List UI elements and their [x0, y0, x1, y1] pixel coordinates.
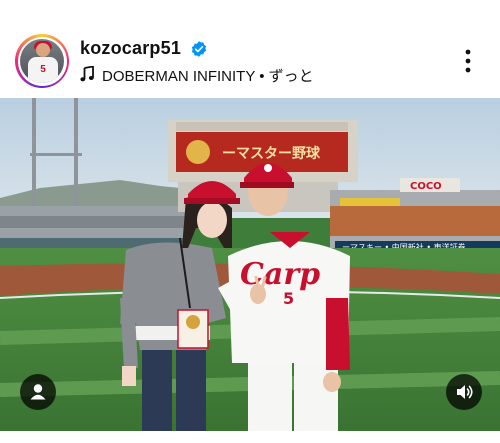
jersey-number: 5 [283, 289, 294, 308]
verified-badge-icon [191, 41, 207, 57]
jersey-wordmark: Carp [240, 257, 320, 292]
stadium-photo-illustration: ーマスター野球 COCO ーマスキー • 中国新社 • 東洋証券 Carp 5 [0, 98, 500, 431]
avatar-head [36, 43, 50, 57]
sound-toggle-button[interactable] [446, 374, 482, 410]
volume-icon [457, 385, 473, 399]
scoreboard-text: ーマスター野球 [222, 145, 321, 162]
username-link[interactable]: kozocarp51 [80, 38, 181, 59]
avatar: 5 [20, 39, 64, 83]
tagged-users-button[interactable] [20, 374, 56, 410]
profile-avatar-story-ring[interactable]: 5 [15, 34, 69, 88]
avatar-inner: 5 [17, 36, 67, 86]
user-tag-icon [30, 384, 46, 400]
stand-sign-text: COCO [410, 181, 442, 192]
post-photo[interactable]: ーマスター野球 COCO ーマスキー • 中国新社 • 東洋証券 Carp 5 [0, 98, 500, 431]
post-header: 5 kozocarp51 DOBERMAN INFINITY • ずっと [0, 0, 500, 98]
song-link[interactable]: DOBERMAN INFINITY • ずっと [102, 65, 314, 86]
more-options-icon[interactable] [463, 48, 473, 74]
avatar-jersey-number: 5 [28, 57, 58, 83]
music-note-icon [80, 66, 94, 82]
post-footer [0, 431, 500, 443]
